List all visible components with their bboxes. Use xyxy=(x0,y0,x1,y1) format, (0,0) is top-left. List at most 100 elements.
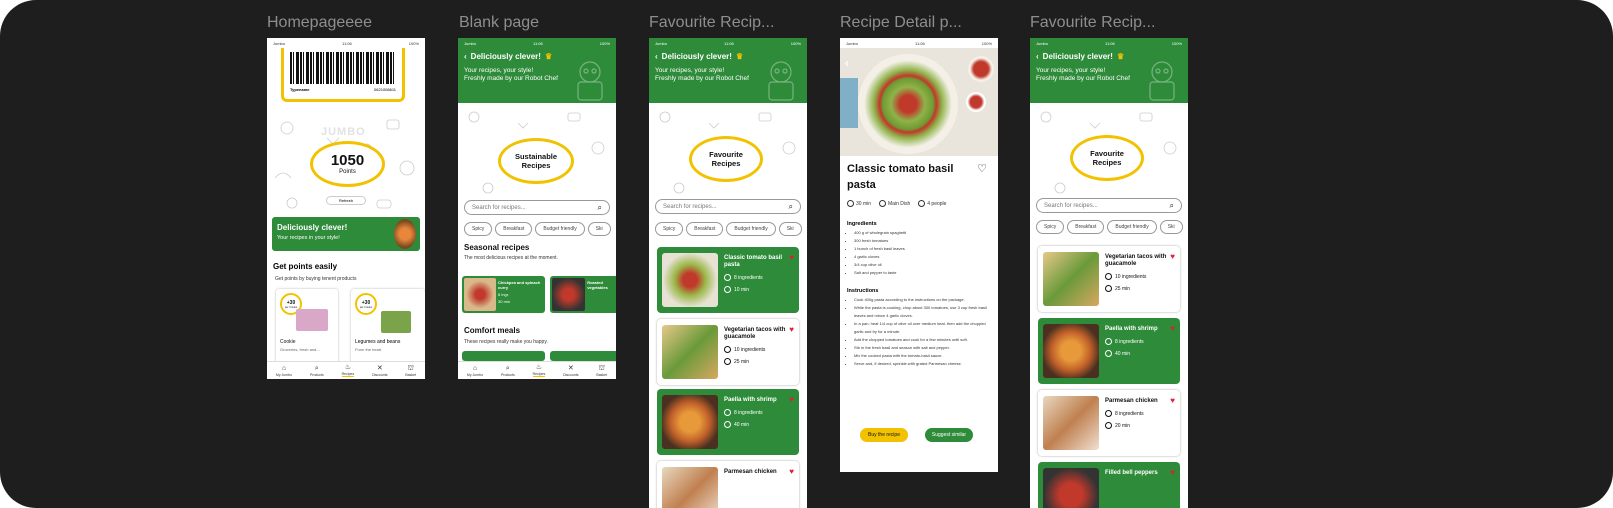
tab-discounts[interactable]: ✕ Discounts xyxy=(563,365,578,377)
product-image xyxy=(381,311,411,333)
buy-recipe-button[interactable]: Buy the recipe xyxy=(860,428,908,442)
tab-my-jumbo[interactable]: ⌂ My Jumbo xyxy=(276,365,292,377)
heart-icon[interactable]: ♥ xyxy=(789,325,794,334)
recipe-card[interactable]: Filled bell peppers ♥ xyxy=(1038,462,1180,508)
tab-products[interactable]: ⌕ Products xyxy=(310,365,324,377)
banner-title: Deliciously clever! xyxy=(1042,52,1113,61)
frame-title-favourite-recipes[interactable]: Favourite Recip... xyxy=(649,14,774,32)
banner-title: Deliciously clever! xyxy=(470,52,541,61)
recipe-name: Vegetarian tacos with guacamole xyxy=(724,327,786,341)
filter-chip[interactable]: Breakfast xyxy=(495,222,533,236)
recipe-card[interactable]: Vegetarian tacos with guacamole 10 ingre… xyxy=(657,319,799,385)
meta-time: 30 min xyxy=(856,200,872,207)
recipe-image xyxy=(662,253,718,307)
filter-chip[interactable]: Budget friendly xyxy=(1107,220,1157,234)
tab-products[interactable]: ⌕ Products xyxy=(501,365,515,377)
carrier-label: Jumbo xyxy=(1036,40,1049,46)
refresh-button[interactable]: Refresh xyxy=(326,196,366,205)
points-badge: +30 per 3 stuks xyxy=(355,293,377,315)
tab-my-jumbo[interactable]: ⌂ My Jumbo xyxy=(467,365,483,377)
frame-title-homepage[interactable]: Homepageeee xyxy=(267,14,372,32)
frame-title-recipe-detail[interactable]: Recipe Detail p... xyxy=(840,14,962,32)
search-input[interactable]: Search for recipes... ⌕ xyxy=(464,200,610,215)
seasonal-recipe-card[interactable]: Roasted vegetables xyxy=(550,276,616,313)
recipe-time: 40 min xyxy=(734,421,750,428)
tab-label: Recipes xyxy=(341,372,355,377)
back-icon[interactable]: ‹ xyxy=(1036,52,1039,61)
header-banner: ‹ Deliciously clever! ♛ Your recipes, your… xyxy=(458,48,616,103)
loyalty-card[interactable]: Typename 0621008611 xyxy=(281,48,405,102)
promo-banner[interactable]: Deliciously clever! Your recipes in your… xyxy=(272,217,420,251)
people-icon xyxy=(918,200,926,207)
filter-chip[interactable]: Spicy xyxy=(464,222,493,236)
product-card[interactable]: +30 per 3 stuks Cookie Groceries, fresh … xyxy=(276,289,338,365)
time-label: 11:06 xyxy=(342,40,352,46)
heart-icon[interactable]: ♥ xyxy=(1170,252,1175,261)
seasonal-title: Seasonal recipes xyxy=(464,243,530,252)
recipe-name: Roasted vegetables xyxy=(587,280,608,290)
filter-chip[interactable]: Ski xyxy=(587,222,611,236)
frame-title-blank-page[interactable]: Blank page xyxy=(459,14,539,32)
tab-bar: ⌂ My Jumbo ⌕ Products ♨ Recipes ✕ Discounts … xyxy=(267,361,425,379)
filter-chip[interactable]: Budget friendly xyxy=(726,222,776,236)
card-name: Typename xyxy=(290,87,310,92)
recipes-icon: ♨ xyxy=(535,364,543,371)
ingredient-item: 4 garlic cloves xyxy=(854,253,992,261)
filter-chip[interactable]: Budget friendly xyxy=(535,222,585,236)
filter-chip[interactable]: Ski xyxy=(1159,220,1183,234)
search-input[interactable]: Search for recipes... ⌕ xyxy=(1036,198,1182,213)
hero-ring: Sustainable Recipes xyxy=(498,138,574,184)
robot-chef-illustration xyxy=(768,61,794,101)
back-icon[interactable]: ‹ xyxy=(655,52,658,61)
recipe-card[interactable]: Classic tomato basil pasta 8 ingredients… xyxy=(657,247,799,313)
recipe-title: Classic tomato basil pasta xyxy=(847,163,954,191)
recipe-card[interactable]: Parmesan chicken ♥ xyxy=(657,461,799,508)
recipe-card[interactable]: Paella with shrimp 8 ingredients 40 min … xyxy=(657,389,799,455)
recipe-card[interactable]: Paella with shrimp 8 ingredients 40 min … xyxy=(1038,318,1180,384)
instruction-step: Mix the cooked pasta with the tomato-bas… xyxy=(854,352,992,360)
recipe-time: 25 min xyxy=(734,358,750,365)
recipe-card[interactable]: Parmesan chicken 8 ingredients 20 min ♥ xyxy=(1038,390,1180,456)
tab-basket[interactable]: ⛫ Basket xyxy=(596,365,607,377)
heart-icon[interactable]: ♥ xyxy=(1170,468,1175,477)
comfort-recipe-card[interactable] xyxy=(550,351,616,361)
filter-chip[interactable]: Breakfast xyxy=(686,222,724,236)
instructions-list: Cook 400g pasta according to the instruc… xyxy=(854,296,992,368)
frame-homepage: Jumbo 11:06 100% Typename 0621008611 JUM… xyxy=(267,38,425,379)
tab-recipes[interactable]: ♨ Recipes xyxy=(341,364,355,377)
heart-icon[interactable]: ♡ xyxy=(977,162,987,175)
hero-line-1: Sustainable xyxy=(514,152,558,161)
filter-chip[interactable]: Breakfast xyxy=(1067,220,1105,234)
filter-chip[interactable]: Ski xyxy=(778,222,802,236)
recipe-card[interactable]: Vegetarian tacos with guacamole 10 ingre… xyxy=(1038,246,1180,312)
instruction-step: Stir in the fresh basil and season with … xyxy=(854,344,992,352)
heart-icon[interactable]: ♥ xyxy=(1170,324,1175,333)
suggest-similar-button[interactable]: Suggest similar xyxy=(925,428,973,442)
seasonal-recipe-card[interactable]: Chickpea and spinach curry 6 ingr. 30 mi… xyxy=(462,276,545,313)
frame-title-favourite-recipes-2[interactable]: Favourite Recip... xyxy=(1030,14,1155,32)
badge-sub: per 3 stuks xyxy=(359,305,373,309)
heart-icon[interactable]: ♥ xyxy=(789,253,794,262)
comfort-recipe-card[interactable] xyxy=(462,351,545,361)
back-icon[interactable]: ‹ xyxy=(464,52,467,61)
battery-label: 100% xyxy=(599,40,610,46)
back-icon[interactable]: ‹ xyxy=(845,56,849,70)
heart-icon[interactable]: ♥ xyxy=(1170,396,1175,405)
card-number: 0621008611 xyxy=(374,87,396,92)
discount-icon: ✕ xyxy=(567,364,574,372)
tab-discounts[interactable]: ✕ Discounts xyxy=(372,365,387,377)
tab-recipes[interactable]: ♨ Recipes xyxy=(532,364,546,377)
heart-icon[interactable]: ♥ xyxy=(789,467,794,476)
filter-chip[interactable]: Spicy xyxy=(1036,220,1065,234)
heart-icon[interactable]: ♥ xyxy=(789,395,794,404)
product-card[interactable]: +30 per 3 stuks Legumes and beans From t… xyxy=(351,289,425,365)
tab-basket[interactable]: ⛫ Basket xyxy=(405,365,416,377)
status-bar: Jumbo 11:06 100% xyxy=(1030,38,1188,48)
ingredient-item: 3/4 cup olive oil xyxy=(854,261,992,269)
filter-chip[interactable]: Spicy xyxy=(655,222,684,236)
tab-label: My Jumbo xyxy=(466,372,484,377)
tab-label: Products xyxy=(309,372,324,377)
recipe-image xyxy=(1043,324,1099,378)
search-input[interactable]: Search for recipes... ⌕ xyxy=(655,199,801,214)
ingredients-list: 400 g of wholegrain spaghetti 300 fresh … xyxy=(854,229,992,277)
